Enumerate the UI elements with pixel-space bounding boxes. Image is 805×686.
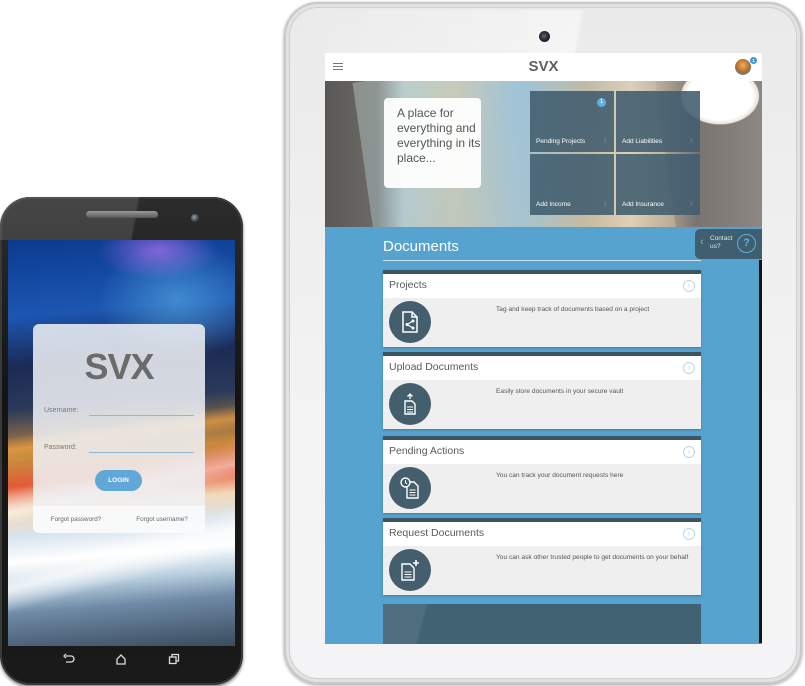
home-icon — [116, 653, 127, 665]
contact-us-button[interactable]: ‹ Contact us? ? — [695, 229, 762, 259]
help-icon: ? — [737, 234, 756, 253]
card-projects[interactable]: Projects › Tag and keep track of documen… — [383, 270, 701, 347]
hero-tagline: A place for everything and everything in… — [384, 98, 481, 188]
tile-label: Pending Projects — [536, 138, 586, 145]
tile-add-income[interactable]: Add Income › — [530, 154, 614, 215]
forgot-username-link[interactable]: Forgot username? — [119, 506, 205, 533]
chevron-right-icon: › — [603, 135, 607, 146]
bottom-panel — [383, 604, 701, 644]
card-title: Pending Actions — [389, 445, 465, 457]
document-clock-icon — [389, 467, 431, 509]
screen-edge — [759, 260, 762, 643]
recents-button[interactable] — [167, 652, 181, 666]
card-header: Upload Documents › — [383, 356, 701, 380]
card-header: Request Documents › — [383, 522, 701, 546]
phone-screen: SVX Username: Password: LOGIN Forgot pas… — [8, 240, 235, 646]
chevron-right-icon: › — [603, 198, 607, 209]
tablet-camera — [539, 31, 550, 42]
forgot-password-link[interactable]: Forgot password? — [33, 506, 119, 533]
phone-camera — [191, 214, 199, 222]
card-header: Pending Actions › — [383, 440, 701, 464]
password-underline — [89, 452, 194, 453]
app-logo: SVX — [528, 58, 559, 75]
avatar[interactable] — [735, 59, 751, 75]
phone-gloss — [0, 197, 243, 240]
chevron-circle-right-icon[interactable]: › — [683, 362, 695, 374]
section-divider — [383, 260, 701, 261]
username-row: Username: — [44, 407, 194, 421]
back-icon — [63, 653, 75, 663]
section-title: Documents — [383, 238, 459, 255]
tile-label: Add Liabilities — [622, 138, 663, 145]
login-button[interactable]: LOGIN — [95, 470, 142, 491]
document-add-icon — [389, 549, 431, 591]
chevron-right-icon: › — [689, 135, 693, 146]
recents-icon — [168, 653, 179, 664]
quick-action-tiles: 1 Pending Projects › Add Liabilities › A… — [530, 91, 700, 215]
phone-device: SVX Username: Password: LOGIN Forgot pas… — [0, 197, 243, 685]
login-card: SVX Username: Password: LOGIN Forgot pas… — [33, 324, 205, 533]
username-underline — [89, 415, 194, 416]
pending-projects-badge: 1 — [597, 98, 606, 107]
card-description: You can ask other trusted people to get … — [496, 554, 689, 561]
tile-pending-projects[interactable]: 1 Pending Projects › — [530, 91, 614, 152]
app-header: SVX 1 — [325, 53, 762, 81]
card-description: Tag and keep track of documents based on… — [496, 306, 650, 313]
card-pending-actions[interactable]: Pending Actions › You can track your doc… — [383, 436, 701, 513]
card-title: Projects — [389, 279, 427, 291]
home-button[interactable] — [114, 652, 128, 666]
chevron-circle-right-icon[interactable]: › — [683, 280, 695, 292]
card-title: Upload Documents — [389, 361, 479, 373]
login-logo: SVX — [84, 346, 154, 387]
card-description: You can track your document requests her… — [496, 472, 624, 479]
tablet-device: SVX 1 A place for everything and everyth… — [284, 2, 802, 684]
document-upload-icon — [389, 383, 431, 425]
card-header: Projects › — [383, 274, 701, 298]
contact-us-label: Contact us? — [710, 235, 733, 250]
login-footer: Forgot password? Forgot username? — [33, 506, 205, 533]
phone-speaker — [86, 211, 158, 218]
tile-label: Add Income — [536, 201, 571, 208]
document-share-icon — [389, 301, 431, 343]
android-nav-bar — [8, 646, 235, 671]
password-row: Password: — [44, 444, 194, 458]
tile-add-insurance[interactable]: Add Insurance › — [616, 154, 700, 215]
username-label: Username: — [44, 407, 79, 414]
notification-badge: 1 — [750, 57, 757, 64]
chevron-right-icon: › — [689, 198, 693, 209]
chevron-circle-right-icon[interactable]: › — [683, 446, 695, 458]
tile-add-liabilities[interactable]: Add Liabilities › — [616, 91, 700, 152]
card-title: Request Documents — [389, 527, 485, 539]
chevron-left-icon: ‹ — [700, 236, 704, 248]
tablet-screen: SVX 1 A place for everything and everyth… — [325, 53, 762, 644]
card-request-documents[interactable]: Request Documents › You can ask other tr… — [383, 518, 701, 595]
password-label: Password: — [44, 444, 77, 451]
card-description: Easily store documents in your secure va… — [496, 388, 624, 395]
hero-banner: A place for everything and everything in… — [325, 81, 762, 227]
tile-label: Add Insurance — [622, 201, 664, 208]
card-upload-documents[interactable]: Upload Documents › Easily store document… — [383, 352, 701, 429]
back-button[interactable] — [62, 652, 76, 666]
chevron-circle-right-icon[interactable]: › — [683, 528, 695, 540]
